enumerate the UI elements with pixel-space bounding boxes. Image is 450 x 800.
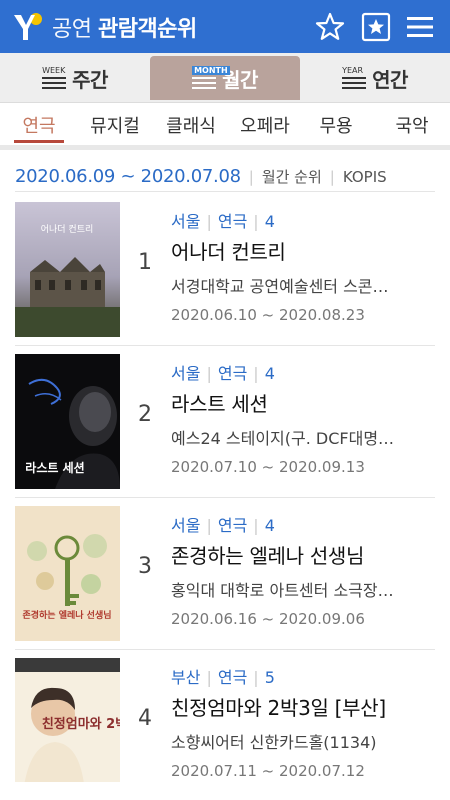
list-item[interactable]: 친정엄마와 2박3일 4 부산|연극|5 친정엄마와 2박3일 [부산] 소향씨… <box>15 650 435 800</box>
item-tags: 서울 | 연극 | 4 <box>171 516 275 535</box>
tab-weekly[interactable]: WEEK 주간 <box>0 56 150 100</box>
tab-gugak[interactable]: 국악 <box>382 104 442 145</box>
tab-label: 주간 <box>72 67 108 92</box>
item-info: 서울 | 연극 | 4 존경하는 엘레나 선생님 홍익대 대학로 아트센터 소극장… 2… <box>171 512 435 628</box>
item-tags: 부산 | 연극 | 5 <box>171 668 275 687</box>
item-info: 부산 | 연극 | 5 친정엄마와 2박3일 [부산] 소향씨어터 신한카드홀(1134… <box>171 664 435 780</box>
week-list-icon: WEEK <box>42 66 68 90</box>
svg-text:라스트 세션: 라스트 세션 <box>25 460 84 475</box>
year-list-icon: YEAR <box>342 66 368 90</box>
venue-name: 소향씨어터 신한카드홀(1134) <box>171 733 377 752</box>
period-tab-bar: WEEK 주간 MONTH 월간 YEAR 연간 <box>0 53 450 103</box>
tab-musical[interactable]: 뮤지컬 <box>80 104 150 145</box>
svg-text:존경하는 엘레나 선생님: 존경하는 엘레나 선생님 <box>22 609 111 621</box>
genre-tab-bar: 연극 뮤지컬 클래식 오페라 무용 국악 <box>0 104 450 150</box>
star-outline-icon[interactable] <box>314 11 346 43</box>
item-info: 서울 | 연극 | 4 어나더 컨트리 서경대학교 공연예술센터 스콘… 2020.06… <box>171 208 435 324</box>
month-list-icon: MONTH <box>192 66 230 90</box>
tab-theater[interactable]: 연극 <box>8 104 70 145</box>
poster-image[interactable]: 라스트 세션 <box>15 354 120 489</box>
show-title[interactable]: 어나더 컨트리 <box>171 236 435 265</box>
region-tag: 서울 <box>171 212 201 231</box>
venue-name: 서경대학교 공연예술센터 스콘… <box>171 277 389 296</box>
rank-number: 2 <box>138 402 152 427</box>
item-tags: 서울 | 연극 | 4 <box>171 364 275 383</box>
tab-label: 연간 <box>372 67 408 92</box>
y-logo-icon[interactable] <box>10 10 46 44</box>
item-tags: 서울 | 연극 | 4 <box>171 212 275 231</box>
title-main: 관람객순위 <box>97 17 197 42</box>
venue-name: 예스24 스테이지(구. DCF대명… <box>171 429 395 448</box>
tab-opera[interactable]: 오페라 <box>230 104 300 145</box>
svg-text:어나더 컨트리: 어나더 컨트리 <box>41 224 94 235</box>
region-tag: 서울 <box>171 364 201 383</box>
show-title[interactable]: 친정엄마와 2박3일 [부산] <box>171 692 435 721</box>
poster-image[interactable]: 존경하는 엘레나 선생님 <box>15 506 120 641</box>
genre-tag: 연극 <box>217 516 248 535</box>
show-period: 2020.06.16 ~ 2020.09.06 <box>171 610 365 628</box>
tab-monthly[interactable]: MONTH 월간 <box>150 56 300 100</box>
star-box-icon[interactable] <box>360 11 392 43</box>
count-tag: 4 <box>264 364 275 383</box>
rank-number: 4 <box>138 706 152 731</box>
list-item[interactable]: 어나더 컨트리 1 서울 | 연극 | 4 어나더 컨트리 서경대학교 공연예술센터 스… <box>15 194 435 346</box>
data-source: KOPIS <box>342 167 387 186</box>
list-item[interactable]: 존경하는 엘레나 선생님 3 서울 | 연극 | 4 존경하는 엘레나 선생님 홍익대 … <box>15 498 435 650</box>
rank-type: 월간 순위 <box>261 168 322 186</box>
tab-yearly[interactable]: YEAR 연간 <box>300 56 450 100</box>
title-prefix: 공연 <box>52 17 92 42</box>
count-tag: 4 <box>264 212 275 231</box>
show-period: 2020.07.10 ~ 2020.09.13 <box>171 458 365 476</box>
venue-name: 홍익대 대학로 아트센터 소극장… <box>171 581 394 600</box>
ranking-summary: 2020.06.09 ~ 2020.07.08 | 월간 순위 | KOPIS <box>15 162 435 192</box>
divider: | <box>329 167 335 186</box>
genre-tag: 연극 <box>217 364 248 383</box>
region-tag: 서울 <box>171 516 201 535</box>
list-item[interactable]: 라스트 세션 2 서울 | 연극 | 4 라스트 세션 예스24 스테이지(구. DCF… <box>15 346 435 498</box>
poster-image[interactable]: 어나더 컨트리 <box>15 202 120 337</box>
poster-image[interactable]: 친정엄마와 2박3일 <box>15 658 120 793</box>
count-tag: 4 <box>264 516 275 535</box>
count-tag: 5 <box>264 668 275 687</box>
genre-tag: 연극 <box>217 668 248 687</box>
region-tag: 부산 <box>171 668 201 687</box>
show-period: 2020.07.11 ~ 2020.07.12 <box>171 762 365 780</box>
rank-number: 3 <box>138 554 152 579</box>
tab-classic[interactable]: 클래식 <box>156 104 226 145</box>
divider: | <box>248 167 254 186</box>
tab-dance[interactable]: 무용 <box>306 104 366 145</box>
show-title[interactable]: 존경하는 엘레나 선생님 <box>171 540 435 569</box>
date-range: 2020.06.09 ~ 2020.07.08 <box>15 166 241 187</box>
show-period: 2020.06.10 ~ 2020.08.23 <box>171 306 365 324</box>
show-title[interactable]: 라스트 세션 <box>171 388 435 417</box>
page-title: 공연 관람객순위 <box>52 11 197 43</box>
rank-number: 1 <box>138 250 152 275</box>
svg-text:친정엄마와 2박3일: 친정엄마와 2박3일 <box>42 716 120 732</box>
hamburger-menu-icon[interactable] <box>404 11 436 43</box>
genre-tag: 연극 <box>217 212 248 231</box>
item-info: 서울 | 연극 | 4 라스트 세션 예스24 스테이지(구. DCF대명… 2020.… <box>171 360 435 476</box>
app-header: 공연 관람객순위 <box>0 0 450 53</box>
